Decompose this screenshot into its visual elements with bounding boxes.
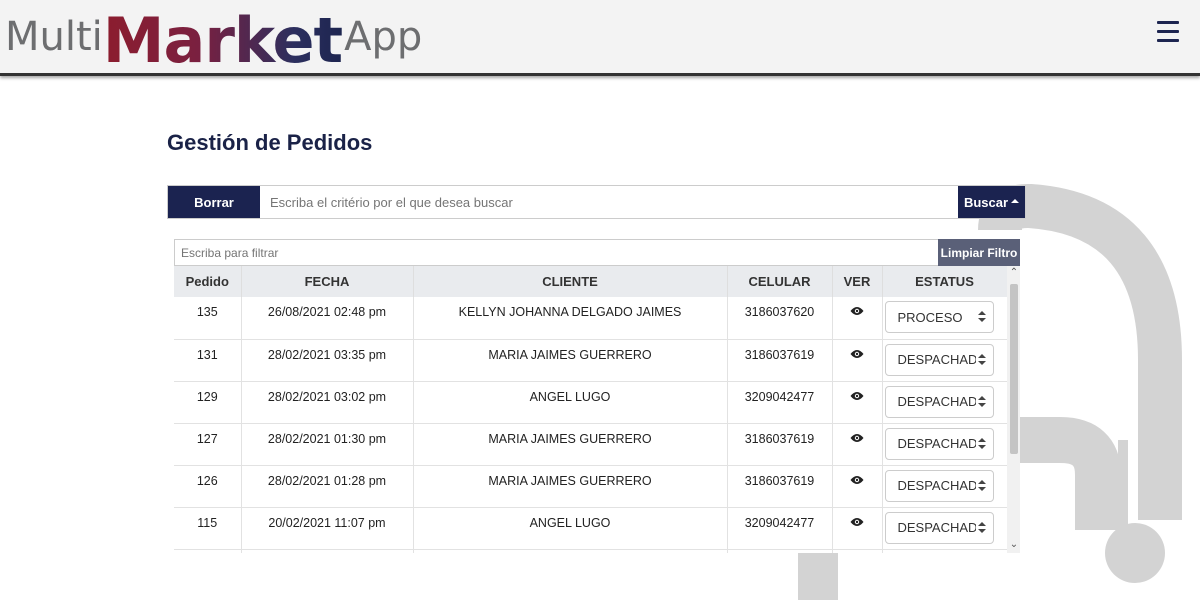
- status-value: DESPACHADO: [897, 478, 976, 493]
- eye-icon[interactable]: [850, 517, 864, 527]
- logo-multi-text: Multi: [5, 14, 103, 60]
- order-id-cell: 127: [174, 423, 242, 466]
- scroll-down-icon[interactable]: ⌄: [1009, 540, 1019, 550]
- status-select[interactable]: DESPACHADO: [884, 385, 994, 418]
- view-cell: [832, 339, 883, 382]
- column-header-estatus[interactable]: ESTATUS: [882, 266, 1008, 297]
- status-select[interactable]: DESPACHADO: [884, 343, 994, 376]
- status-cell: DESPACHADO: [882, 507, 1018, 550]
- status-value: PROCESO: [897, 309, 963, 325]
- order-date-cell: 28/02/2021 01:30 pm: [241, 423, 414, 466]
- eye-icon[interactable]: [850, 475, 864, 485]
- status-cell: DESPACHADO: [882, 465, 1018, 508]
- table-header-row: Pedido FECHA CLIENTE CELULAR VER ESTATUS: [174, 266, 1008, 297]
- status-select[interactable]: DESPACHADO: [884, 511, 994, 544]
- phone-cell: 3209042477: [727, 381, 833, 424]
- column-header-ver[interactable]: VER: [832, 266, 883, 297]
- phone-cell: 3186037619: [727, 465, 833, 508]
- page-title: Gestión de Pedidos: [167, 130, 373, 155]
- order-date-cell: 26/08/2021 02:48 pm: [241, 297, 414, 340]
- table-row: 126 28/02/2021 01:28 pm MARIA JAIMES GUERR…: [174, 465, 1018, 508]
- select-arrows-icon: [977, 395, 986, 410]
- top-navbar: Multi Market App: [0, 0, 1200, 76]
- phone-cell: 3186037619: [727, 423, 833, 466]
- column-header-fecha[interactable]: FECHA: [241, 266, 414, 297]
- eye-icon[interactable]: [850, 349, 864, 359]
- client-name-cell: ANGEL LUGO: [413, 507, 728, 550]
- status-select[interactable]: PROCESO: [884, 301, 994, 333]
- orders-table-wrapper: Pedido FECHA CLIENTE CELULAR VER ESTATUS…: [174, 266, 1020, 553]
- status-value: DESPACHADO: [897, 520, 976, 535]
- order-date-cell: 28/02/2021 01:28 pm: [241, 465, 414, 508]
- table-row-partial: [174, 549, 1008, 553]
- status-value: DESPACHADO: [897, 352, 976, 367]
- eye-icon[interactable]: [850, 433, 864, 443]
- table-row: 127 28/02/2021 01:30 pm MARIA JAIMES GUERR…: [174, 423, 1018, 466]
- order-date-cell: 28/02/2021 03:35 pm: [241, 339, 414, 382]
- search-button[interactable]: Buscar: [958, 186, 1025, 218]
- clear-filter-button[interactable]: Limpiar Filtro: [938, 239, 1020, 266]
- client-name-cell: KELLYN JOHANNA DELGADO JAIMES: [413, 297, 728, 340]
- status-value: DESPACHADO: [897, 394, 976, 409]
- phone-cell: 3209042477: [727, 507, 833, 550]
- column-header-cliente[interactable]: CLIENTE: [413, 266, 728, 297]
- select-arrows-icon: [977, 437, 986, 452]
- column-header-pedido[interactable]: Pedido: [174, 266, 242, 297]
- view-cell: [832, 465, 883, 508]
- order-date-cell: 28/02/2021 03:02 pm: [241, 381, 414, 424]
- select-arrows-icon: [977, 311, 986, 325]
- view-cell: [832, 297, 883, 340]
- logo-app-text: App: [344, 14, 423, 60]
- filter-row: Limpiar Filtro: [174, 239, 1020, 266]
- order-id-cell: 135: [174, 297, 242, 340]
- orders-panel: Limpiar Filtro Pedido FECHA CLIENTE CELU…: [174, 239, 1020, 553]
- eye-icon[interactable]: [850, 306, 864, 316]
- phone-cell: 3186037620: [727, 297, 833, 340]
- view-cell: [832, 507, 883, 550]
- search-bar: Borrar Buscar: [167, 185, 1026, 219]
- order-id-cell: 115: [174, 507, 242, 550]
- scrollbar-thumb[interactable]: [1010, 284, 1018, 454]
- table-row: 129 28/02/2021 03:02 pm ANGEL LUGO 32090424…: [174, 381, 1018, 424]
- client-name-cell: MARIA JAIMES GUERRERO: [413, 465, 728, 508]
- table-row: 115 20/02/2021 11:07 pm ANGEL LUGO 32090424…: [174, 507, 1018, 550]
- select-arrows-icon: [977, 479, 986, 494]
- status-cell: DESPACHADO: [882, 381, 1018, 424]
- status-select[interactable]: DESPACHADO: [884, 469, 994, 502]
- status-cell: DESPACHADO: [882, 423, 1018, 466]
- app-logo[interactable]: Multi Market App: [5, 2, 422, 72]
- status-cell: PROCESO: [882, 297, 1018, 340]
- table-row: 131 28/02/2021 03:35 pm MARIA JAIMES GUERR…: [174, 339, 1018, 382]
- order-date-cell: 20/02/2021 11:07 pm: [241, 507, 414, 550]
- view-cell: [832, 381, 883, 424]
- caret-up-icon: [1011, 199, 1020, 203]
- clear-search-button[interactable]: Borrar: [168, 186, 260, 218]
- status-value: DESPACHADO: [897, 436, 976, 451]
- order-id-cell: 126: [174, 465, 242, 508]
- orders-table: Pedido FECHA CLIENTE CELULAR VER ESTATUS…: [174, 266, 1018, 553]
- column-header-celular[interactable]: CELULAR: [727, 266, 833, 297]
- client-name-cell: MARIA JAIMES GUERRERO: [413, 423, 728, 466]
- search-input[interactable]: [260, 186, 958, 218]
- status-cell: DESPACHADO: [882, 339, 1018, 382]
- status-select[interactable]: DESPACHADO: [884, 427, 994, 460]
- order-id-cell: 131: [174, 339, 242, 382]
- table-row: 135 26/08/2021 02:48 pm KELLYN JOHANNA DEL…: [174, 297, 1018, 340]
- phone-cell: 3186037619: [727, 339, 833, 382]
- view-cell: [832, 423, 883, 466]
- order-id-cell: 129: [174, 381, 242, 424]
- client-name-cell: MARIA JAIMES GUERRERO: [413, 339, 728, 382]
- hamburger-icon[interactable]: [1157, 21, 1179, 43]
- select-arrows-icon: [977, 521, 986, 536]
- eye-icon[interactable]: [850, 391, 864, 401]
- search-button-label: Buscar: [963, 194, 1009, 210]
- logo-market-text: Market: [102, 4, 343, 77]
- scroll-up-icon[interactable]: ⌃: [1009, 268, 1019, 278]
- filter-input[interactable]: [174, 239, 938, 266]
- select-arrows-icon: [977, 353, 986, 368]
- client-name-cell: ANGEL LUGO: [413, 381, 728, 424]
